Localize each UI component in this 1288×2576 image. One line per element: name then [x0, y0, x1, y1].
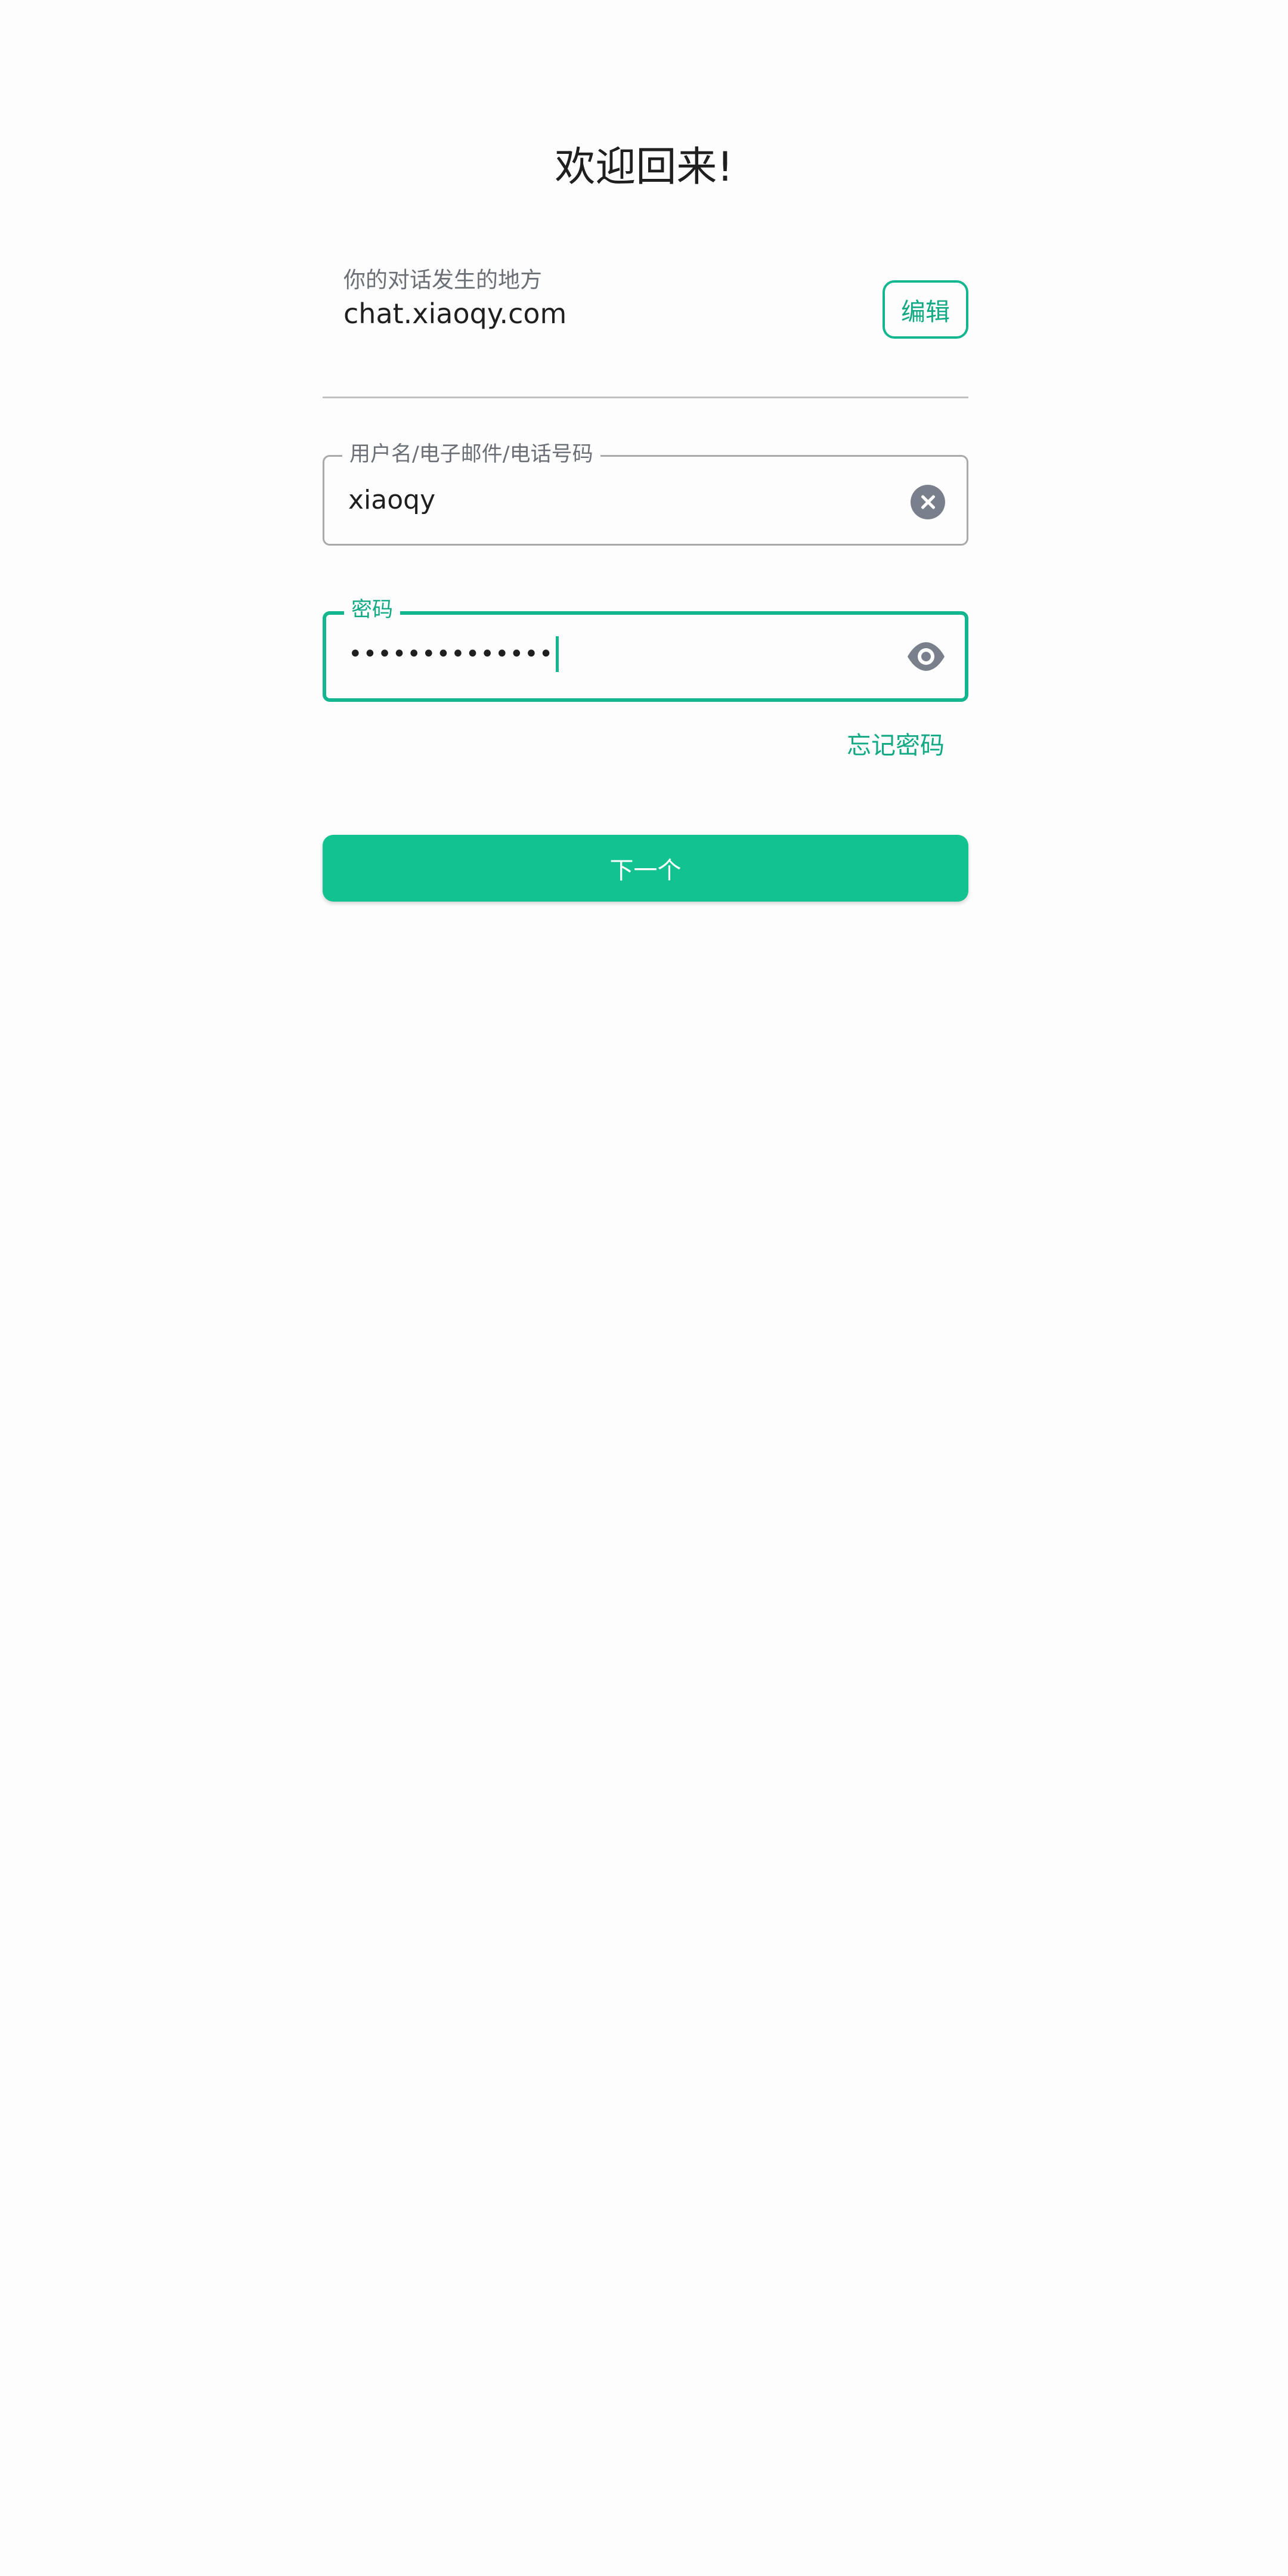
eye-icon[interactable]	[906, 641, 946, 672]
password-field[interactable]: 密码 ••••••••••••••	[323, 597, 968, 702]
page-title: 欢迎回来!	[555, 144, 733, 191]
password-input[interactable]: ••••••••••••••	[348, 636, 559, 672]
server-label: 你的对话发生的地方	[343, 267, 542, 293]
server-address: chat.xiaoqy.com	[343, 298, 567, 330]
forgot-password-link[interactable]: 忘记密码	[847, 729, 945, 762]
username-field[interactable]: 用户名/电子邮件/电话号码 xiaoqy	[323, 441, 968, 546]
text-cursor	[556, 636, 559, 672]
login-page: 欢迎回来! 你的对话发生的地方 chat.xiaoqy.com 编辑 用户名/电…	[0, 0, 1288, 2576]
clear-icon[interactable]	[911, 485, 945, 519]
password-field-label: 密码	[344, 597, 401, 623]
password-masked-text: ••••••••••••••	[348, 640, 554, 668]
divider	[323, 397, 968, 398]
username-input[interactable]: xiaoqy	[348, 483, 435, 518]
edit-server-button[interactable]: 编辑	[883, 280, 968, 339]
username-field-label: 用户名/电子邮件/电话号码	[342, 441, 600, 467]
next-button[interactable]: 下一个	[323, 835, 968, 902]
